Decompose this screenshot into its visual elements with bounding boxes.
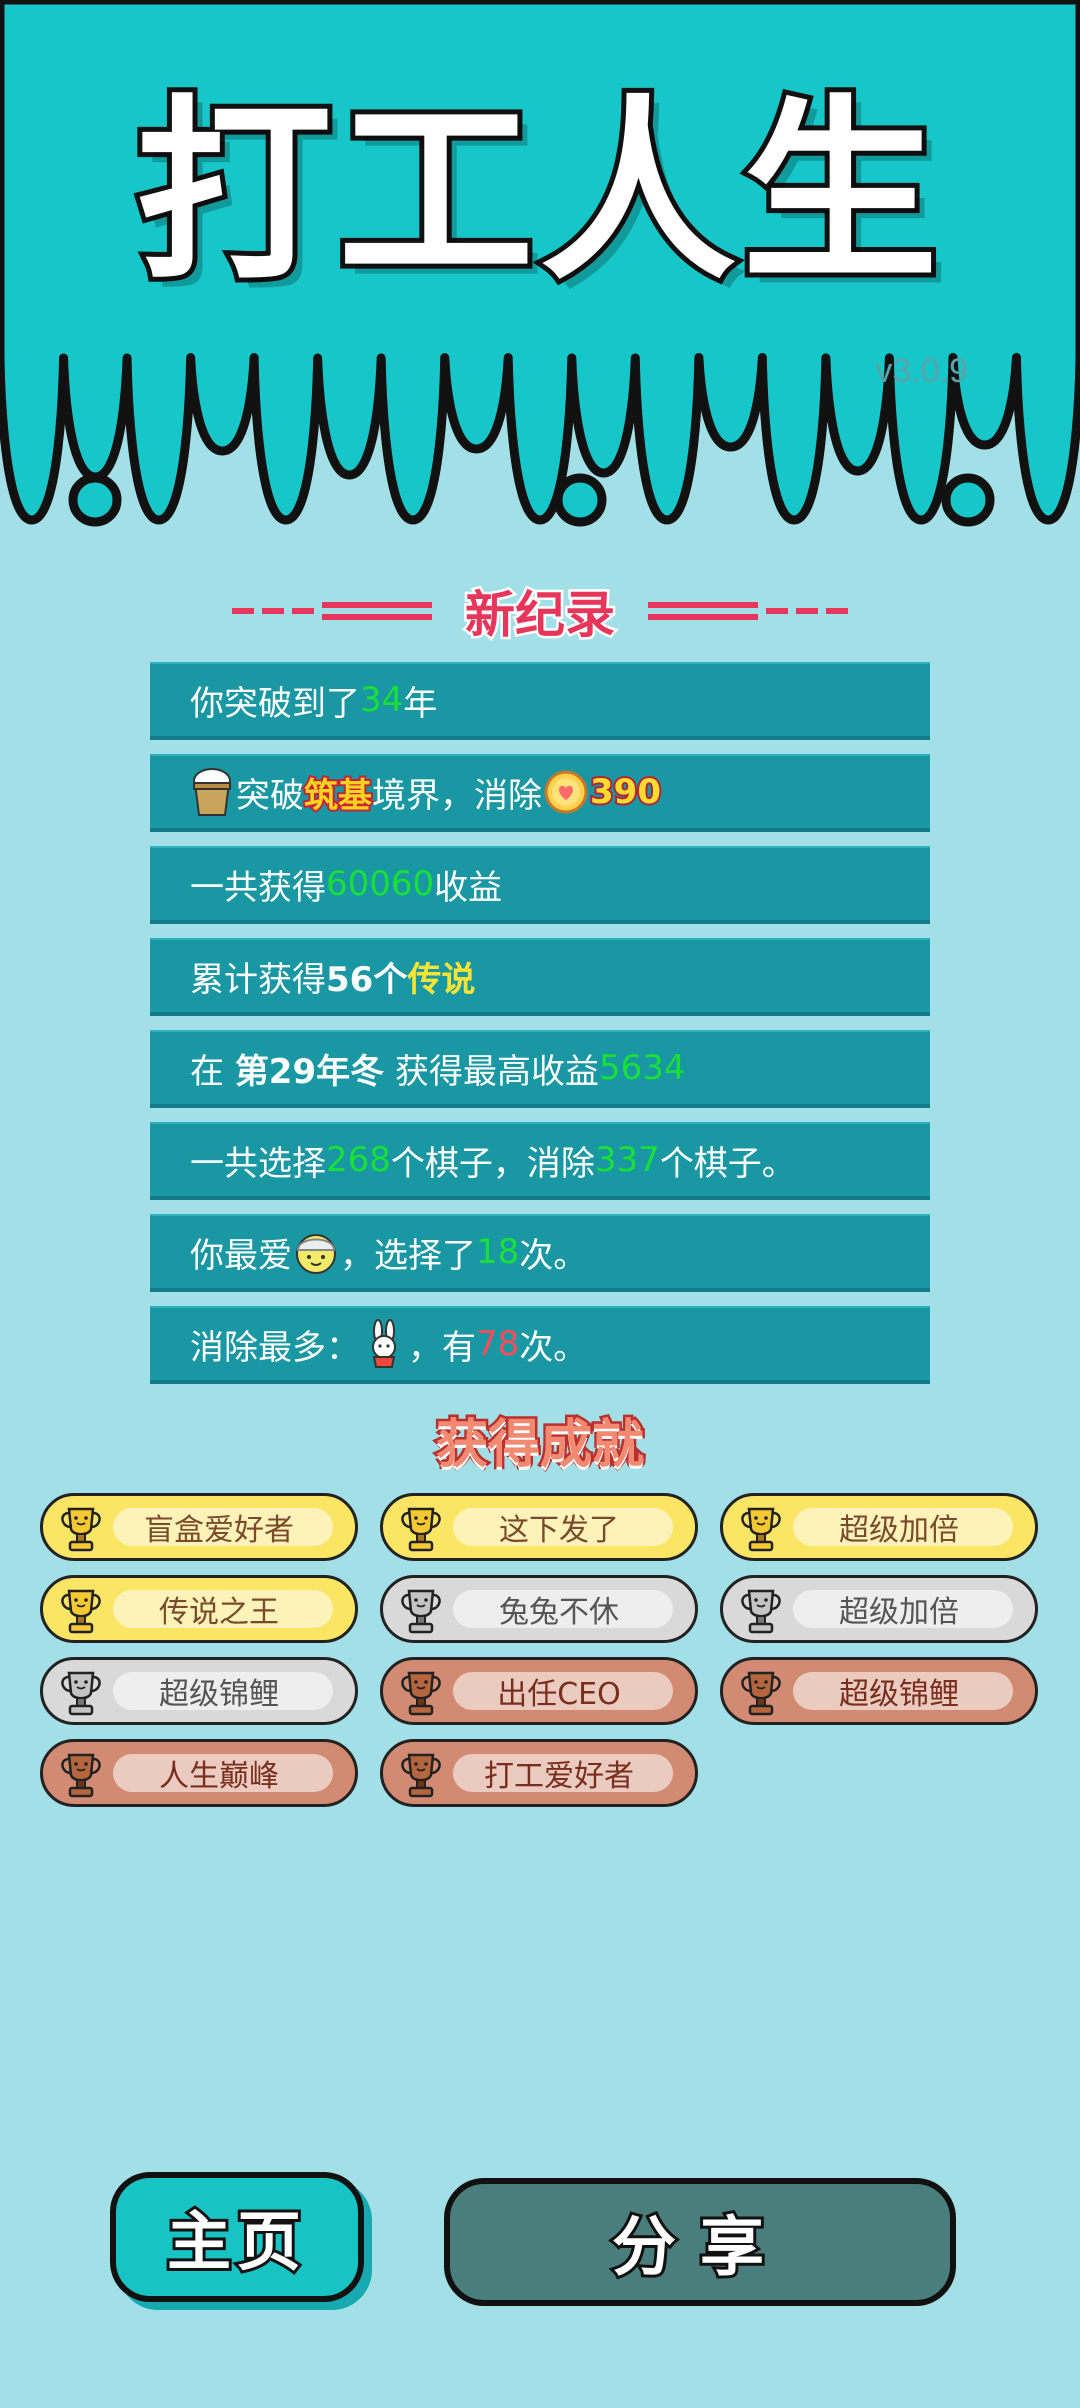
- achievement-badge: 这下发了: [380, 1493, 698, 1561]
- stat-text: 累计获得: [190, 959, 326, 1000]
- achievement-badge: 打工爱好者: [380, 1739, 698, 1807]
- trophy-icon: [741, 1671, 781, 1716]
- stat-coin-value: 390: [588, 770, 663, 814]
- stat-row-most-removed: 消除最多： ，有 78 次。: [150, 1306, 930, 1384]
- trophy-icon: [61, 1507, 101, 1552]
- stat-text: 消除最多：: [190, 1327, 360, 1368]
- stat-years-value: 34: [360, 680, 404, 720]
- share-button[interactable]: 分享: [444, 2178, 956, 2306]
- rabbit-icon: [372, 1319, 396, 1368]
- stat-text: 获得最高收益: [394, 1051, 599, 1092]
- trophy-icon: [61, 1753, 101, 1798]
- stat-text: 你突破到了: [190, 683, 360, 724]
- stat-row-years: 你突破到了 34 年: [150, 662, 930, 740]
- achievement-badge: 超级加倍: [720, 1493, 1038, 1561]
- stat-text: 在: [190, 1051, 224, 1092]
- stat-row-realm: 突破 筑基 境界，消除 390: [150, 754, 930, 832]
- chef-face-icon: [296, 1234, 336, 1274]
- achievement-label: 超级加倍: [839, 1595, 959, 1630]
- stat-text: 境界，消除: [372, 775, 542, 816]
- stat-income-value: 60060: [326, 864, 435, 904]
- stat-legend-count: 56个: [326, 959, 408, 1000]
- trophy-icon: [401, 1671, 441, 1716]
- stat-row-favorite: 你最爱 ，选择了 18 次。: [150, 1214, 930, 1292]
- achievement-label: 超级加倍: [839, 1513, 959, 1548]
- achievement-badge: 超级锦鲤: [720, 1657, 1038, 1725]
- stat-text: 收益: [434, 867, 503, 908]
- stat-favorite-count: 18: [476, 1232, 520, 1272]
- stat-text: 次。: [519, 1235, 588, 1276]
- trophy-icon: [61, 1589, 101, 1634]
- stat-row-best: 在 第29年冬 获得最高收益 5634: [150, 1030, 930, 1108]
- achievement-label: 超级锦鲤: [839, 1677, 959, 1712]
- achievement-badge: 人生巅峰: [40, 1739, 358, 1807]
- stat-text: 你最爱: [190, 1235, 292, 1276]
- achievements-title: 获得成就: [433, 1413, 646, 1478]
- stat-row-legend: 累计获得 56个 传说: [150, 938, 930, 1016]
- trophy-icon: [741, 1589, 781, 1634]
- new-record-title: 新纪录: [463, 584, 618, 647]
- home-button[interactable]: 主页: [110, 2172, 364, 2302]
- trophy-icon: [401, 1507, 441, 1552]
- stat-text: ，有: [408, 1327, 476, 1368]
- stat-text: 个棋子，消除: [390, 1143, 595, 1184]
- stat-realm-value: 筑基: [302, 774, 374, 818]
- stat-text: 次。: [519, 1327, 588, 1368]
- stat-text: ，选择了: [340, 1235, 476, 1276]
- stat-text: 个棋子。: [659, 1143, 796, 1184]
- achievement-badge: 盲盒爱好者: [40, 1493, 358, 1561]
- stat-text: 年: [403, 683, 438, 724]
- achievement-badge: 传说之王: [40, 1575, 358, 1643]
- stat-row-income: 一共获得 60060 收益: [150, 846, 930, 924]
- achievement-badge: 兔兔不休: [380, 1575, 698, 1643]
- stat-best-season: 第29年冬: [234, 1051, 385, 1092]
- app-title: 打工人生: [131, 79, 944, 307]
- bucket-icon: [193, 768, 231, 816]
- achievement-label: 兔兔不休: [499, 1595, 619, 1630]
- stat-row-pieces: 一共选择 268 个棋子，消除 337 个棋子。: [150, 1122, 930, 1200]
- achievement-label: 这下发了: [499, 1513, 619, 1548]
- stat-legend-label: 传说: [407, 959, 476, 1000]
- new-record-heading: 新纪录: [0, 575, 1080, 647]
- achievement-label: 人生巅峰: [159, 1759, 279, 1794]
- achievement-label: 盲盒爱好者: [144, 1513, 294, 1548]
- version-label: v3.0.9: [875, 352, 968, 390]
- heart-coin-icon: [544, 770, 588, 814]
- stat-text: 一共获得: [190, 867, 326, 908]
- achievement-label: 超级锦鲤: [159, 1677, 279, 1712]
- trophy-icon: [741, 1507, 781, 1552]
- achievement-badge: 出任CEO: [380, 1657, 698, 1725]
- stat-most-removed-count: 78: [476, 1324, 520, 1364]
- trophy-icon: [401, 1753, 441, 1798]
- stat-removed-value: 337: [594, 1140, 660, 1180]
- stat-best-value: 5634: [598, 1048, 686, 1088]
- achievement-label: 打工爱好者: [484, 1759, 634, 1794]
- trophy-icon: [401, 1589, 441, 1634]
- stat-text: 突破: [236, 775, 304, 816]
- right-dash-decoration: [648, 602, 848, 620]
- trophy-icon: [61, 1671, 101, 1716]
- achievement-label: 出任CEO: [497, 1677, 621, 1712]
- achievement-badge: 超级加倍: [720, 1575, 1038, 1643]
- stat-chosen-value: 268: [326, 1140, 391, 1180]
- left-dash-decoration: [232, 602, 432, 620]
- achievement-badge: 超级锦鲤: [40, 1657, 358, 1725]
- stat-text: 一共选择: [190, 1143, 326, 1184]
- achievement-label: 传说之王: [159, 1595, 279, 1630]
